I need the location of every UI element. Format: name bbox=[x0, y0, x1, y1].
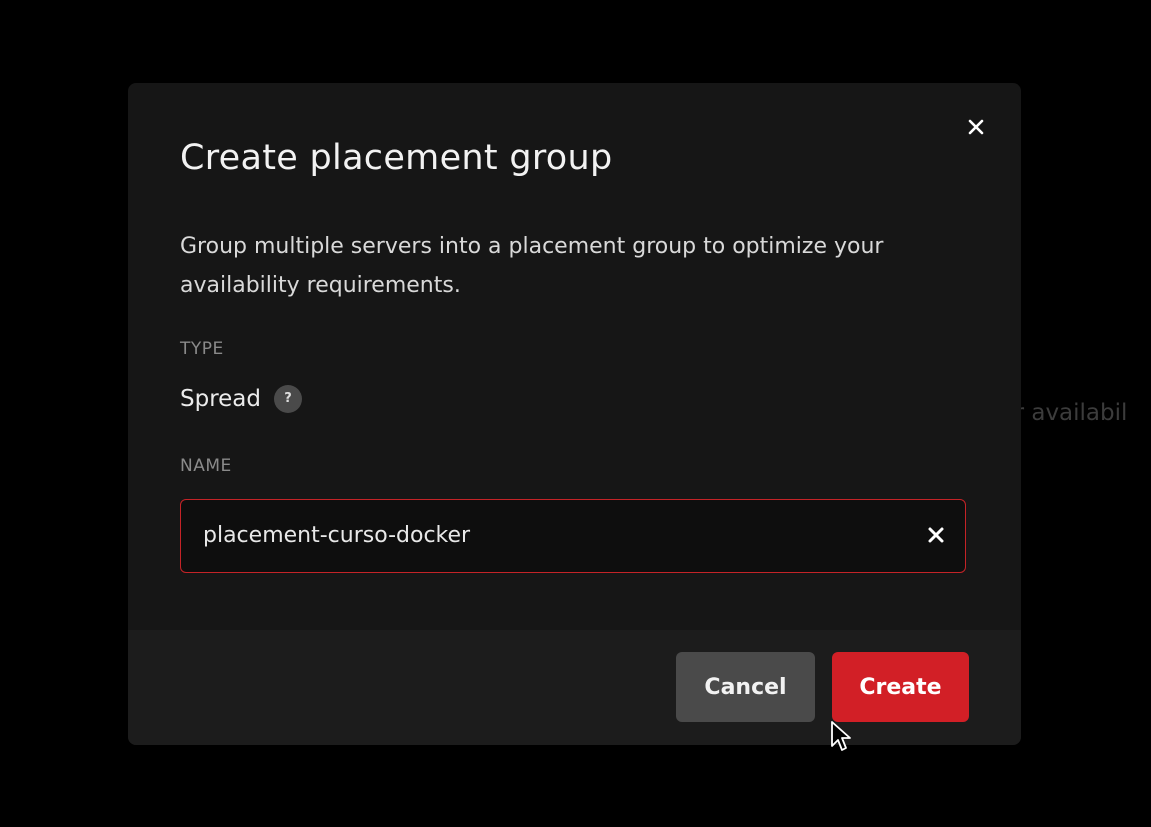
dialog-body: Create placement group Group multiple se… bbox=[128, 83, 1021, 630]
help-icon[interactable]: ? bbox=[274, 385, 302, 413]
name-field bbox=[180, 499, 966, 573]
type-value-text: Spread bbox=[180, 386, 261, 412]
name-label: NAME bbox=[180, 456, 232, 476]
clear-icon[interactable] bbox=[923, 522, 949, 548]
create-button[interactable]: Create bbox=[832, 652, 969, 722]
dialog-description: Group multiple servers into a placement … bbox=[180, 234, 884, 298]
dialog-title: Create placement group bbox=[180, 138, 613, 178]
cancel-button[interactable]: Cancel bbox=[676, 652, 815, 722]
create-placement-group-dialog: Create placement group Group multiple se… bbox=[128, 83, 1021, 745]
mouse-pointer-icon bbox=[831, 721, 851, 751]
type-value: Spread ? bbox=[180, 385, 302, 413]
close-icon[interactable] bbox=[962, 113, 990, 141]
type-label: TYPE bbox=[180, 339, 224, 359]
name-input[interactable] bbox=[203, 500, 903, 571]
